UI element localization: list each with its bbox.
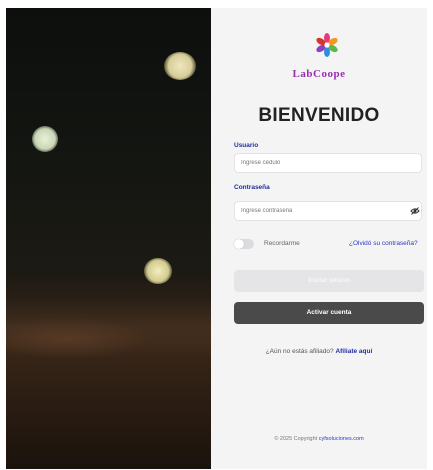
copyright-link[interactable]: cyfsoluciones.com <box>319 436 364 442</box>
bokeh-light <box>32 126 58 152</box>
login-panel: LabCoope BIENVENIDO Usuario Contraseña R… <box>211 8 427 469</box>
bokeh-light <box>144 258 172 284</box>
remember-label: Recordarme <box>264 240 300 247</box>
remember-toggle[interactable] <box>234 239 254 249</box>
ground-haze <box>6 298 211 358</box>
password-label: Contraseña <box>234 184 270 191</box>
background-photo <box>6 8 211 469</box>
username-label: Usuario <box>234 142 259 149</box>
password-input[interactable] <box>234 201 422 221</box>
app-frame: LabCoope BIENVENIDO Usuario Contraseña R… <box>6 8 427 469</box>
affiliate-question: ¿Aún no estás afiliado? <box>265 348 334 355</box>
activate-account-button[interactable]: Activar cuenta <box>234 302 424 324</box>
flower-logo-icon <box>316 33 338 57</box>
login-button[interactable]: Iniciar sesión <box>234 270 424 292</box>
page-title: BIENVENIDO <box>258 105 380 126</box>
eye-icon[interactable] <box>410 206 420 216</box>
copyright-footer: © 2025 Copyright cyfsoluciones.com <box>211 436 427 442</box>
brand-name: LabCoope <box>292 68 346 80</box>
username-input[interactable] <box>234 153 422 173</box>
eye-icon <box>410 207 420 215</box>
bokeh-light <box>164 52 196 80</box>
affiliate-prompt: ¿Aún no estás afiliado? Afíliate aquí <box>211 348 427 355</box>
toggle-knob <box>234 239 244 249</box>
copyright-text: © 2025 Copyright <box>274 436 318 442</box>
affiliate-link[interactable]: Afíliate aquí <box>335 348 372 355</box>
forgot-password-link[interactable]: ¿Olvidó su contraseña? <box>349 240 418 247</box>
